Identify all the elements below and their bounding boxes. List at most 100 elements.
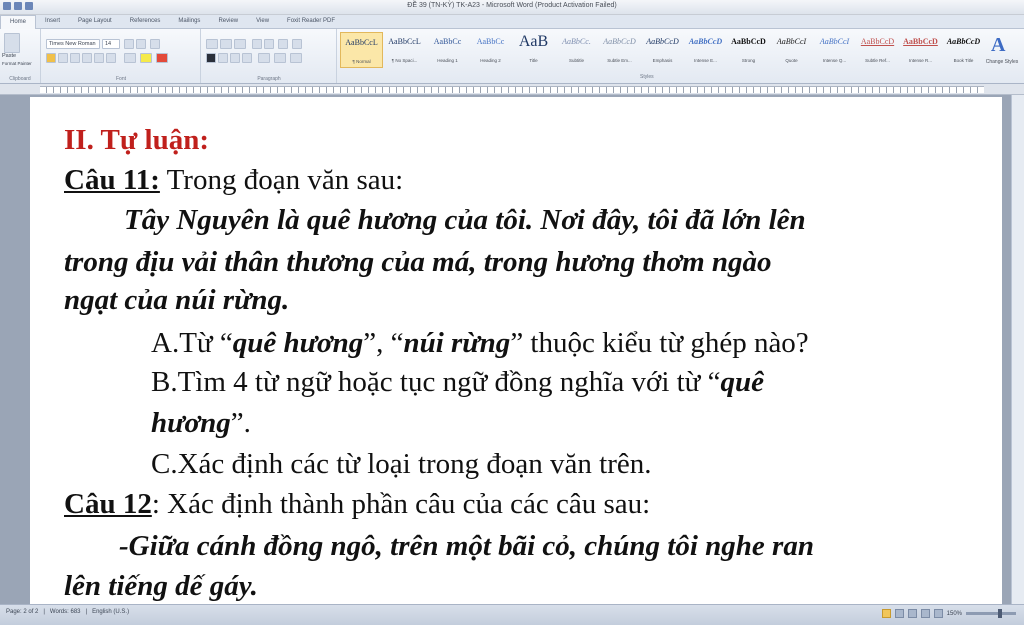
format-painter-button[interactable]: Format Painter bbox=[2, 61, 32, 66]
grow-font-button[interactable] bbox=[124, 39, 134, 49]
question-12-text: : Xác định thành phần câu của các câu sa… bbox=[151, 488, 651, 520]
item-a-term-2: núi rừng bbox=[403, 327, 511, 359]
style-normal[interactable]: AaBbCcL ¶ Normal bbox=[340, 32, 383, 68]
style-sample: AaBbCcL bbox=[388, 37, 421, 46]
question-12: Câu 12: Xác định thành phần câu của các … bbox=[64, 487, 650, 521]
style-emphasis[interactable]: AaBbCcD Emphasis bbox=[641, 32, 684, 68]
style-sample: AaBbCc. bbox=[562, 37, 591, 46]
paste-button[interactable] bbox=[4, 33, 20, 53]
tab-view[interactable]: View bbox=[247, 15, 278, 28]
align-left-button[interactable] bbox=[206, 53, 216, 63]
tab-page-layout[interactable]: Page Layout bbox=[69, 15, 121, 28]
tab-references[interactable]: References bbox=[121, 15, 170, 28]
styles-group-label: Styles bbox=[640, 74, 654, 80]
style-title[interactable]: AaB Title bbox=[512, 32, 555, 68]
clear-formatting-button[interactable] bbox=[150, 39, 160, 49]
question-11-item-b-cont: hương”. bbox=[151, 406, 251, 440]
style-subtle-reference[interactable]: AaBbCcD Subtle Ref... bbox=[856, 32, 899, 68]
style-strong[interactable]: AaBbCcD Strong bbox=[727, 32, 770, 68]
numbering-button[interactable] bbox=[220, 39, 232, 49]
tab-mailings[interactable]: Mailings bbox=[169, 15, 209, 28]
style-no-spacing[interactable]: AaBbCcL ¶ No Spaci... bbox=[383, 32, 426, 68]
change-styles-button[interactable]: A Change Styles bbox=[983, 32, 1021, 74]
superscript-button[interactable] bbox=[106, 53, 116, 63]
font-color-button[interactable] bbox=[156, 53, 168, 63]
question-11-item-a: A.Từ “quê hương”, “núi rừng” thuộc kiểu … bbox=[151, 326, 809, 360]
item-b-term-2: hương bbox=[151, 407, 231, 439]
font-group-label: Font bbox=[115, 76, 126, 82]
language-indicator[interactable]: English (U.S.) bbox=[92, 609, 129, 615]
change-styles-icon: A bbox=[991, 34, 1006, 56]
style-name: Subtle Ref... bbox=[865, 58, 890, 63]
font-size-select[interactable]: 14 bbox=[102, 39, 120, 49]
full-screen-view-button[interactable] bbox=[894, 609, 904, 618]
align-right-button[interactable] bbox=[230, 53, 240, 63]
style-intense-emphasis[interactable]: AaBbCcD Intense E... bbox=[684, 32, 727, 68]
style-sample: AaBbCc bbox=[476, 37, 505, 46]
borders-button[interactable] bbox=[290, 53, 302, 63]
style-book-title[interactable]: AaBbCcD Book Title bbox=[942, 32, 985, 68]
tab-home[interactable]: Home bbox=[0, 14, 37, 29]
style-name: Intense Q... bbox=[822, 58, 847, 63]
view-controls: 150% bbox=[881, 609, 1016, 618]
style-subtitle[interactable]: AaBbCc. Subtitle bbox=[555, 32, 598, 68]
style-sample: AaBbCcD bbox=[860, 37, 895, 46]
bullets-button[interactable] bbox=[206, 39, 218, 49]
tab-insert[interactable]: Insert bbox=[36, 15, 69, 28]
bold-button[interactable] bbox=[46, 53, 56, 63]
style-name: Intense R... bbox=[908, 58, 932, 63]
word-count[interactable]: Words: 683 bbox=[50, 609, 81, 615]
question-11: Câu 11: Trong đoạn văn sau: bbox=[64, 163, 403, 197]
font-group: Times New Roman 14 Font bbox=[42, 29, 201, 83]
style-sample: AaBbCcL bbox=[345, 38, 378, 47]
web-layout-view-button[interactable] bbox=[907, 609, 917, 618]
align-center-button[interactable] bbox=[218, 53, 228, 63]
window-title: ĐỀ 39 (TN-KỲ) TK-A23 - Microsoft Word (P… bbox=[407, 2, 617, 9]
document-page[interactable]: II. Tự luận: Câu 11: Trong đoạn văn sau:… bbox=[30, 97, 1002, 604]
style-heading-1[interactable]: AaBbCc Heading 1 bbox=[426, 32, 469, 68]
tab-review[interactable]: Review bbox=[209, 15, 247, 28]
show-formatting-button[interactable] bbox=[292, 39, 302, 49]
question-11-item-b: B.Tìm 4 từ ngữ hoặc tục ngữ đồng nghĩa v… bbox=[151, 365, 764, 399]
strikethrough-button[interactable] bbox=[82, 53, 92, 63]
decrease-indent-button[interactable] bbox=[252, 39, 262, 49]
style-quote[interactable]: AaBbCcI Quote bbox=[770, 32, 813, 68]
increase-indent-button[interactable] bbox=[264, 39, 274, 49]
zoom-slider-knob[interactable] bbox=[998, 609, 1002, 618]
title-bar: ĐỀ 39 (TN-KỲ) TK-A23 - Microsoft Word (P… bbox=[0, 0, 1024, 15]
zoom-slider[interactable] bbox=[966, 609, 1016, 618]
item-b-part-1: B.Tìm 4 từ ngữ hoặc tục ngữ đồng nghĩa v… bbox=[151, 366, 721, 398]
justify-button[interactable] bbox=[242, 53, 252, 63]
paragraph-group: Paragraph bbox=[202, 29, 337, 83]
style-sample: AaBbCcD bbox=[688, 37, 723, 46]
style-heading-2[interactable]: AaBbCc Heading 2 bbox=[469, 32, 512, 68]
vertical-scrollbar[interactable] bbox=[1011, 95, 1024, 604]
font-name-select[interactable]: Times New Roman bbox=[46, 39, 100, 49]
style-name: Heading 2 bbox=[480, 58, 501, 63]
style-intense-quote[interactable]: AaBbCcI Intense Q... bbox=[813, 32, 856, 68]
draft-view-button[interactable] bbox=[933, 609, 943, 618]
print-layout-view-button[interactable] bbox=[881, 609, 891, 618]
text-effects-button[interactable] bbox=[124, 53, 136, 63]
highlight-button[interactable] bbox=[140, 53, 152, 63]
line-spacing-button[interactable] bbox=[258, 53, 270, 63]
zoom-level[interactable]: 150% bbox=[947, 611, 962, 617]
shrink-font-button[interactable] bbox=[136, 39, 146, 49]
subscript-button[interactable] bbox=[94, 53, 104, 63]
tab-foxit-reader-pdf[interactable]: Foxit Reader PDF bbox=[278, 15, 344, 28]
item-a-part-2: ”, “ bbox=[363, 327, 404, 359]
style-sample: AaBbCcD bbox=[646, 37, 679, 46]
horizontal-ruler[interactable] bbox=[0, 84, 1024, 95]
paragraph-group-label: Paragraph bbox=[257, 76, 281, 82]
shading-button[interactable] bbox=[274, 53, 286, 63]
multilevel-list-button[interactable] bbox=[234, 39, 246, 49]
page-count[interactable]: Page: 2 of 2 bbox=[6, 609, 38, 615]
outline-view-button[interactable] bbox=[920, 609, 930, 618]
style-intense-reference[interactable]: AaBbCcD Intense R... bbox=[899, 32, 942, 68]
style-subtle-emphasis[interactable]: AaBbCcD Subtle Em... bbox=[598, 32, 641, 68]
underline-button[interactable] bbox=[70, 53, 80, 63]
italic-button[interactable] bbox=[58, 53, 68, 63]
font-size-value: 14 bbox=[105, 41, 112, 47]
style-sample: AaBbCcD bbox=[603, 37, 636, 46]
sort-button[interactable] bbox=[278, 39, 288, 49]
